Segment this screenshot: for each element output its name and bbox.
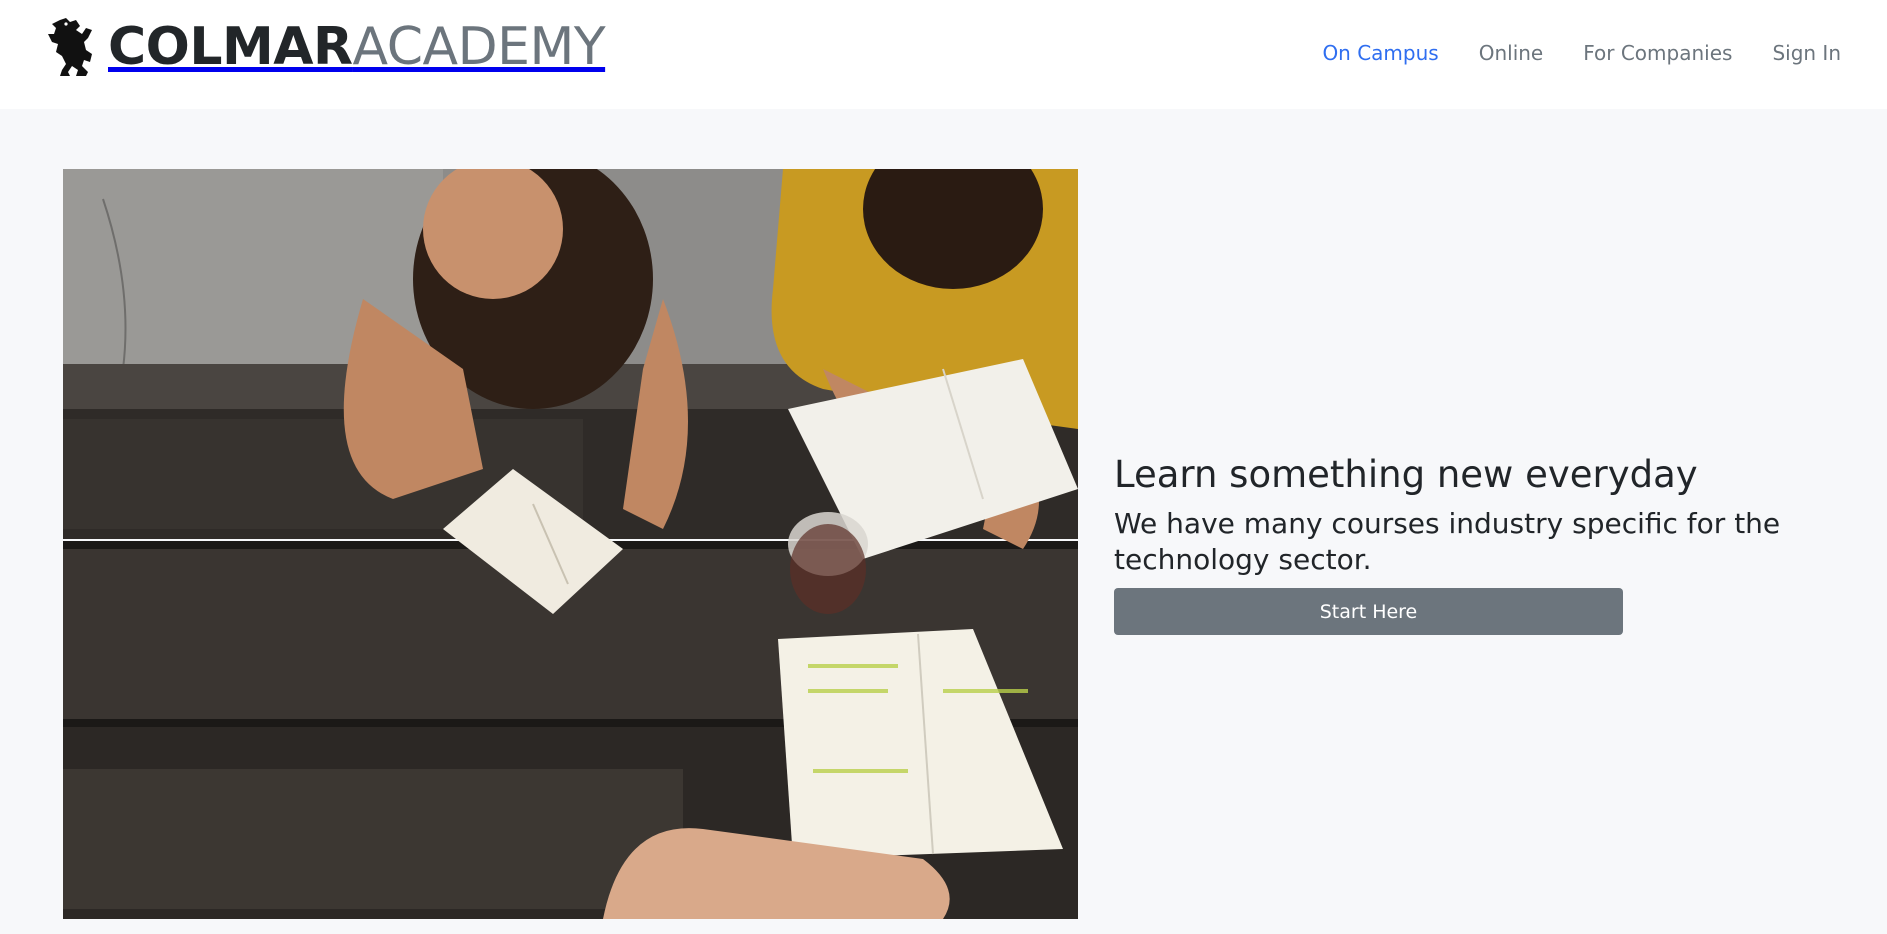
nav-link-for-companies[interactable]: For Companies [1583, 40, 1732, 66]
navbar: COLMARACADEMY On Campus Online For Compa… [0, 0, 1887, 109]
brand-wordmark: COLMARACADEMY [108, 17, 606, 77]
main-nav: On Campus Online For Companies Sign In [1322, 40, 1841, 66]
hero-copy: Learn something new everyday We have man… [1114, 452, 1834, 635]
nav-link-online[interactable]: Online [1479, 40, 1544, 66]
brand-name-bold: COLMAR [108, 17, 353, 77]
students-reading-photo [63, 169, 1078, 919]
start-here-button[interactable]: Start Here [1114, 588, 1623, 635]
lion-rampant-icon [48, 18, 92, 76]
nav-link-sign-in[interactable]: Sign In [1772, 40, 1841, 66]
hero-heading: Learn something new everyday [1114, 453, 1698, 496]
brand-home-link[interactable]: COLMARACADEMY [46, 16, 606, 78]
brand-name-light: ACADEMY [352, 17, 606, 77]
nav-link-on-campus[interactable]: On Campus [1322, 40, 1438, 66]
hero-subheading: We have many courses industry specific f… [1114, 507, 1781, 576]
hero-image [63, 169, 1078, 919]
